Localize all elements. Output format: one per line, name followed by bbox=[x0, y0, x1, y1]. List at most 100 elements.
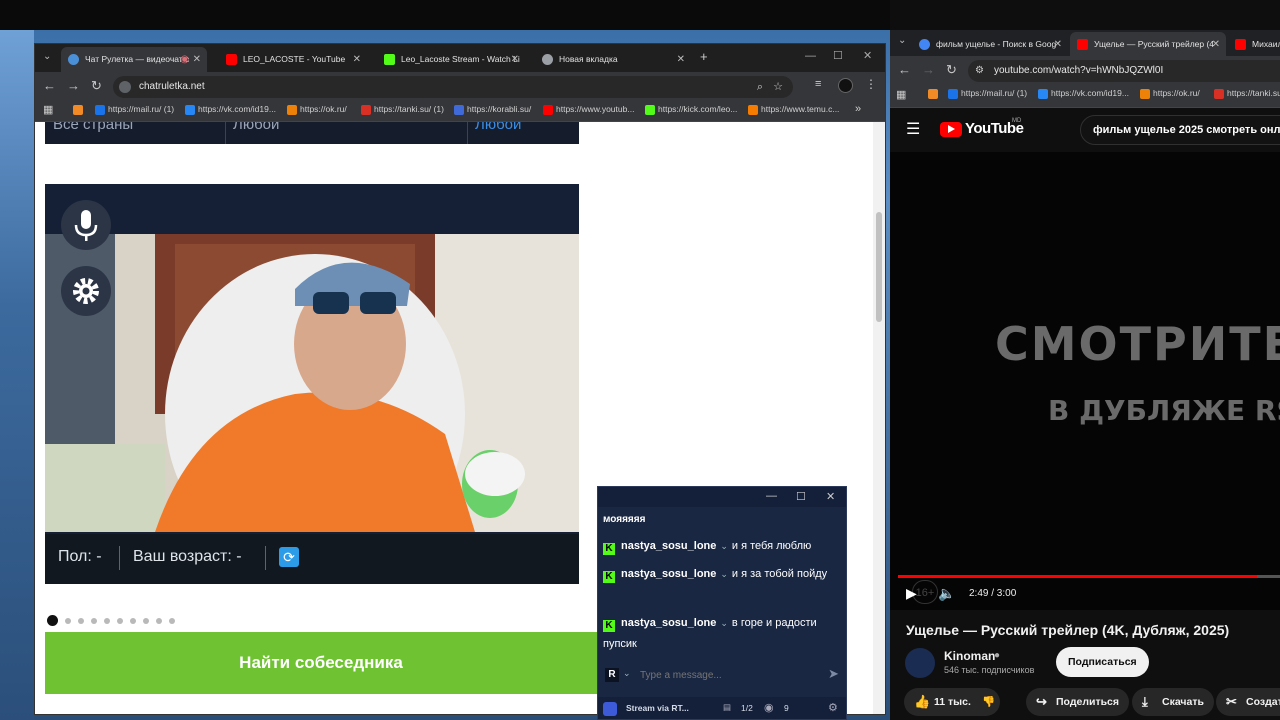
bookmark-item[interactable]: https://mail.ru/ (1) bbox=[948, 88, 1027, 99]
country-filter[interactable]: Все страны bbox=[53, 122, 133, 133]
profile-avatar[interactable] bbox=[838, 78, 853, 93]
reload-icon[interactable]: ↻ bbox=[946, 62, 957, 78]
site-info-icon[interactable]: ⚙ bbox=[975, 60, 984, 82]
minimize-icon[interactable]: — bbox=[805, 50, 816, 62]
close-tab-icon[interactable]: ✕ bbox=[193, 47, 201, 72]
chevron-down-icon[interactable]: ⌄ bbox=[720, 569, 728, 579]
bookmark-item[interactable]: https://www.youtub... bbox=[543, 104, 634, 115]
forward-icon[interactable]: → bbox=[67, 78, 80, 93]
carousel-dot[interactable] bbox=[117, 617, 123, 624]
more-bookmarks-icon[interactable]: » bbox=[855, 103, 861, 115]
url-field[interactable]: ⚙ youtube.com/watch?v=hWNbJQZWl0I bbox=[968, 60, 1280, 82]
left-page-scrollbar[interactable] bbox=[873, 122, 885, 714]
subscribe-button[interactable]: Подписаться bbox=[1056, 647, 1149, 677]
find-partner-button[interactable]: Найти собеседника bbox=[45, 632, 597, 694]
bookmark-star-icon[interactable]: ☆ bbox=[773, 76, 783, 98]
url-field[interactable]: chatruletka.net ⌕ ☆ bbox=[113, 76, 793, 98]
video-progress-track[interactable] bbox=[898, 575, 1280, 578]
chat-username[interactable]: nastya_sosu_lone bbox=[621, 568, 716, 580]
tab-new[interactable]: Новая вкладка ✕ bbox=[535, 47, 691, 72]
carousel-dot[interactable] bbox=[169, 617, 175, 624]
like-button[interactable]: 👍 11 тыс. 👎 bbox=[904, 688, 1000, 716]
carousel-dot[interactable] bbox=[47, 615, 58, 627]
tab-chatruletka[interactable]: Чат Рулетка — видеочат с ◉ ✕ bbox=[61, 47, 207, 72]
chevron-down-icon[interactable]: ⌄ bbox=[623, 668, 631, 679]
chat-username[interactable]: nastya_sosu_lone bbox=[621, 617, 716, 629]
carousel-dot[interactable] bbox=[143, 617, 149, 624]
tab-youtube-trailer[interactable]: Ущелье — Русский трейлер (4 ✕ bbox=[1070, 32, 1226, 57]
minimize-icon[interactable]: — bbox=[766, 490, 777, 502]
site-info-icon[interactable] bbox=[119, 81, 131, 93]
close-window-icon[interactable]: ✕ bbox=[863, 49, 872, 62]
bookmark-item[interactable]: https://tanki.su/ (1) bbox=[361, 104, 444, 115]
close-tab-icon[interactable]: ✕ bbox=[677, 47, 685, 72]
reload-icon[interactable]: ↻ bbox=[91, 78, 102, 94]
youtube-search-input[interactable]: фильм ущелье 2025 смотреть онл bbox=[1080, 115, 1280, 145]
chevron-down-icon[interactable]: ⌄ bbox=[720, 541, 728, 551]
tab-search-icon[interactable]: ⌄ bbox=[43, 51, 51, 62]
bookmark-item[interactable]: https://ok.ru/ bbox=[1140, 88, 1200, 99]
scrollbar-thumb[interactable] bbox=[876, 212, 882, 322]
tab-youtube-other[interactable]: Михаил bbox=[1228, 32, 1280, 57]
close-tab-icon[interactable]: ✕ bbox=[1212, 32, 1220, 57]
new-tab-button[interactable]: + bbox=[700, 49, 708, 64]
chat-username[interactable]: nastya_sosu_lone bbox=[621, 540, 716, 552]
chat-message-input[interactable] bbox=[640, 665, 820, 685]
hamburger-menu-icon[interactable]: ☰ bbox=[906, 119, 920, 139]
volume-icon[interactable]: 🔈 bbox=[938, 585, 955, 602]
tab-kick[interactable]: Leo_Lacoste Stream - Watch Li ✕ bbox=[377, 47, 525, 72]
gear-icon[interactable]: ⚙ bbox=[828, 701, 838, 714]
youtube-video-player[interactable]: СМОТРИТЕ В В ДУБЛЯЖЕ RST 16+ bbox=[890, 152, 1280, 610]
carousel-dot[interactable] bbox=[156, 617, 162, 624]
create-clip-button[interactable]: ✂Создать bbox=[1216, 688, 1280, 716]
badge-r-icon[interactable]: R bbox=[605, 668, 619, 682]
partner-filter[interactable]: Любой bbox=[475, 122, 521, 133]
back-icon[interactable]: ← bbox=[43, 78, 56, 93]
bookmark-item[interactable]: https://tanki.su/ bbox=[1214, 88, 1280, 99]
bookmark-item[interactable]: https://ok.ru/ bbox=[287, 104, 347, 115]
carousel-dot[interactable] bbox=[104, 617, 110, 624]
maximize-icon[interactable]: ☐ bbox=[796, 490, 806, 503]
youtube-logo-icon[interactable] bbox=[940, 122, 962, 137]
bookmark-item[interactable]: https://www.temu.c... bbox=[748, 104, 839, 115]
carousel-dot[interactable] bbox=[65, 617, 71, 624]
close-tab-icon[interactable]: ✕ bbox=[353, 47, 361, 72]
carousel-dot[interactable] bbox=[91, 617, 97, 624]
download-button[interactable]: ⤓ Скачать bbox=[1132, 688, 1214, 716]
send-icon[interactable]: ➤ bbox=[828, 666, 839, 682]
forward-icon[interactable]: → bbox=[922, 62, 935, 77]
thumbs-up-icon: 👍 bbox=[914, 694, 931, 709]
tab-youtube[interactable]: LEO_LACOSTE - YouTube ✕ bbox=[219, 47, 367, 72]
share-button[interactable]: ↪ Поделиться bbox=[1026, 688, 1130, 716]
carousel-dot[interactable] bbox=[78, 617, 84, 624]
carousel-dot[interactable] bbox=[130, 617, 136, 624]
chevron-down-icon[interactable]: ⌄ bbox=[720, 618, 728, 628]
microphone-button[interactable] bbox=[61, 200, 111, 250]
back-icon[interactable]: ← bbox=[898, 62, 911, 77]
refresh-icon[interactable]: ⟳ bbox=[279, 547, 299, 567]
apps-grid-icon[interactable]: ▦ bbox=[896, 88, 906, 101]
zoom-icon[interactable]: ⌕ bbox=[757, 76, 763, 98]
tab-search-icon[interactable]: ⌄ bbox=[898, 35, 906, 46]
bookmark-item[interactable]: https://kick.com/leo... bbox=[645, 104, 737, 115]
apps-grid-icon[interactable]: ▦ bbox=[43, 103, 53, 116]
channel-name[interactable]: Kinoman bbox=[944, 649, 995, 663]
close-tab-icon[interactable]: ✕ bbox=[1054, 32, 1062, 57]
close-tab-icon[interactable]: ✕ bbox=[511, 47, 519, 72]
stream-source-label[interactable]: Stream via RT... bbox=[626, 703, 689, 713]
left-address-bar: ← → ↻ chatruletka.net ⌕ ☆ ≡ ⋮ bbox=[35, 72, 885, 100]
media-icon[interactable]: ≡ bbox=[815, 78, 821, 90]
tab-google-search[interactable]: фильм ущелье - Поиск в Goog ✕ bbox=[912, 32, 1068, 57]
menu-dots-icon[interactable]: ⋮ bbox=[865, 77, 877, 91]
play-icon[interactable]: ▶ bbox=[906, 585, 917, 602]
bookmark-item[interactable]: https://vk.com/id19... bbox=[185, 104, 276, 115]
gender-filter[interactable]: Любой bbox=[233, 122, 279, 133]
bookmark-item[interactable]: https://korabli.su/ bbox=[454, 104, 531, 115]
close-window-icon[interactable]: ✕ bbox=[826, 490, 835, 503]
channel-avatar[interactable] bbox=[905, 648, 935, 678]
settings-button[interactable] bbox=[61, 266, 111, 316]
bookmark-item[interactable]: https://vk.com/id19... bbox=[1038, 88, 1129, 99]
maximize-icon[interactable]: ☐ bbox=[833, 49, 843, 62]
thumbs-down-icon[interactable]: 👎 bbox=[982, 688, 995, 716]
bookmark-item[interactable]: https://mail.ru/ (1) bbox=[95, 104, 174, 115]
